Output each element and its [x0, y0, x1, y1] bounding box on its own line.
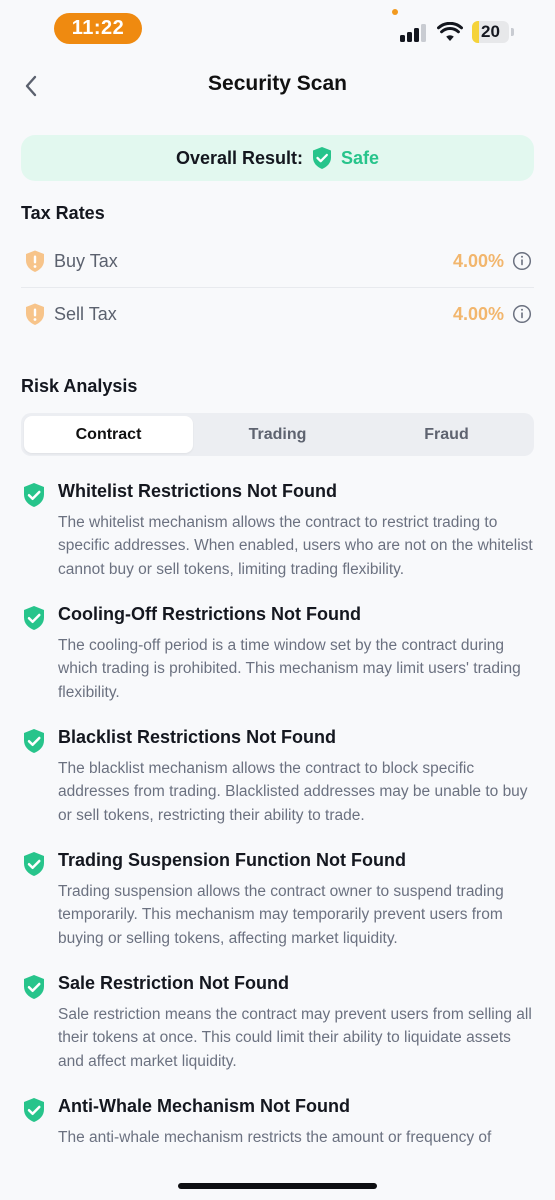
shield-check-icon	[24, 729, 44, 753]
battery-icon: 20	[472, 21, 509, 43]
overall-result-label: Overall Result:	[175, 147, 303, 168]
risk-item-description: Sale restriction means the contract may …	[58, 1006, 532, 1070]
shield-check-icon	[24, 852, 44, 876]
risk-item-blacklist: Blacklist Restrictions Not Found The bla…	[21, 727, 541, 827]
activity-dot	[392, 9, 398, 15]
tab-contract[interactable]: Contract	[24, 416, 193, 453]
risk-item-cooling-off: Cooling-Off Restrictions Not Found The c…	[21, 604, 541, 704]
risk-item-title: Blacklist Restrictions Not Found	[58, 727, 337, 747]
shield-check-icon	[313, 147, 331, 169]
status-time: 11:22	[54, 13, 142, 44]
shield-check-icon	[24, 606, 44, 630]
info-icon[interactable]	[512, 251, 532, 271]
buy-tax-label: Buy Tax	[54, 250, 118, 271]
overall-result-banner: Overall Result: Safe	[21, 135, 534, 181]
page-title: Security Scan	[208, 72, 347, 95]
info-icon[interactable]	[512, 304, 532, 324]
tab-trading[interactable]: Trading	[193, 416, 362, 453]
home-indicator[interactable]	[178, 1183, 377, 1189]
battery-cap	[511, 28, 514, 36]
risk-item-trading-suspension: Trading Suspension Function Not Found Tr…	[21, 850, 541, 950]
tax-rates-heading: Tax Rates	[21, 203, 105, 223]
buy-tax-value: 4.00%	[452, 250, 504, 271]
buy-tax-row: Buy Tax 4.00%	[21, 235, 534, 287]
shield-warning-icon	[26, 303, 44, 325]
risk-item-sale-restriction: Sale Restriction Not Found Sale restrict…	[21, 973, 541, 1073]
battery-level: 20	[481, 22, 500, 41]
risk-item-title: Cooling-Off Restrictions Not Found	[58, 604, 361, 624]
risk-item-description: Trading suspension allows the contract o…	[58, 883, 504, 947]
risk-item-anti-whale: Anti-Whale Mechanism Not Found The anti-…	[21, 1096, 541, 1154]
risk-item-title: Sale Restriction Not Found	[58, 973, 290, 993]
risk-tabs: Contract Trading Fraud	[21, 413, 534, 456]
sell-tax-value: 4.00%	[452, 303, 504, 324]
shield-check-icon	[24, 483, 44, 507]
nav-header: Security Scan	[0, 62, 555, 110]
risk-item-whitelist: Whitelist Restrictions Not Found The whi…	[21, 481, 541, 581]
risk-item-description: The cooling-off period is a time window …	[58, 637, 521, 701]
cellular-signal-icon	[400, 24, 428, 42]
overall-result-value: Safe	[341, 147, 380, 168]
shield-warning-icon	[26, 250, 44, 272]
risk-item-description: The anti-whale mechanism restricts the a…	[58, 1129, 492, 1146]
sell-tax-row: Sell Tax 4.00%	[21, 288, 534, 340]
tab-fraud[interactable]: Fraud	[362, 416, 531, 453]
risk-analysis-heading: Risk Analysis	[21, 376, 138, 396]
risk-item-title: Anti-Whale Mechanism Not Found	[58, 1096, 350, 1116]
status-bar: 11:22 20	[0, 0, 555, 58]
risk-item-description: The whitelist mechanism allows the contr…	[58, 514, 533, 578]
risk-item-title: Whitelist Restrictions Not Found	[58, 481, 337, 501]
shield-check-icon	[24, 975, 44, 999]
wifi-icon	[437, 22, 463, 41]
sell-tax-label: Sell Tax	[54, 303, 117, 324]
risk-item-description: The blacklist mechanism allows the contr…	[58, 760, 528, 824]
shield-check-icon	[24, 1098, 44, 1122]
risk-item-title: Trading Suspension Function Not Found	[58, 850, 406, 870]
